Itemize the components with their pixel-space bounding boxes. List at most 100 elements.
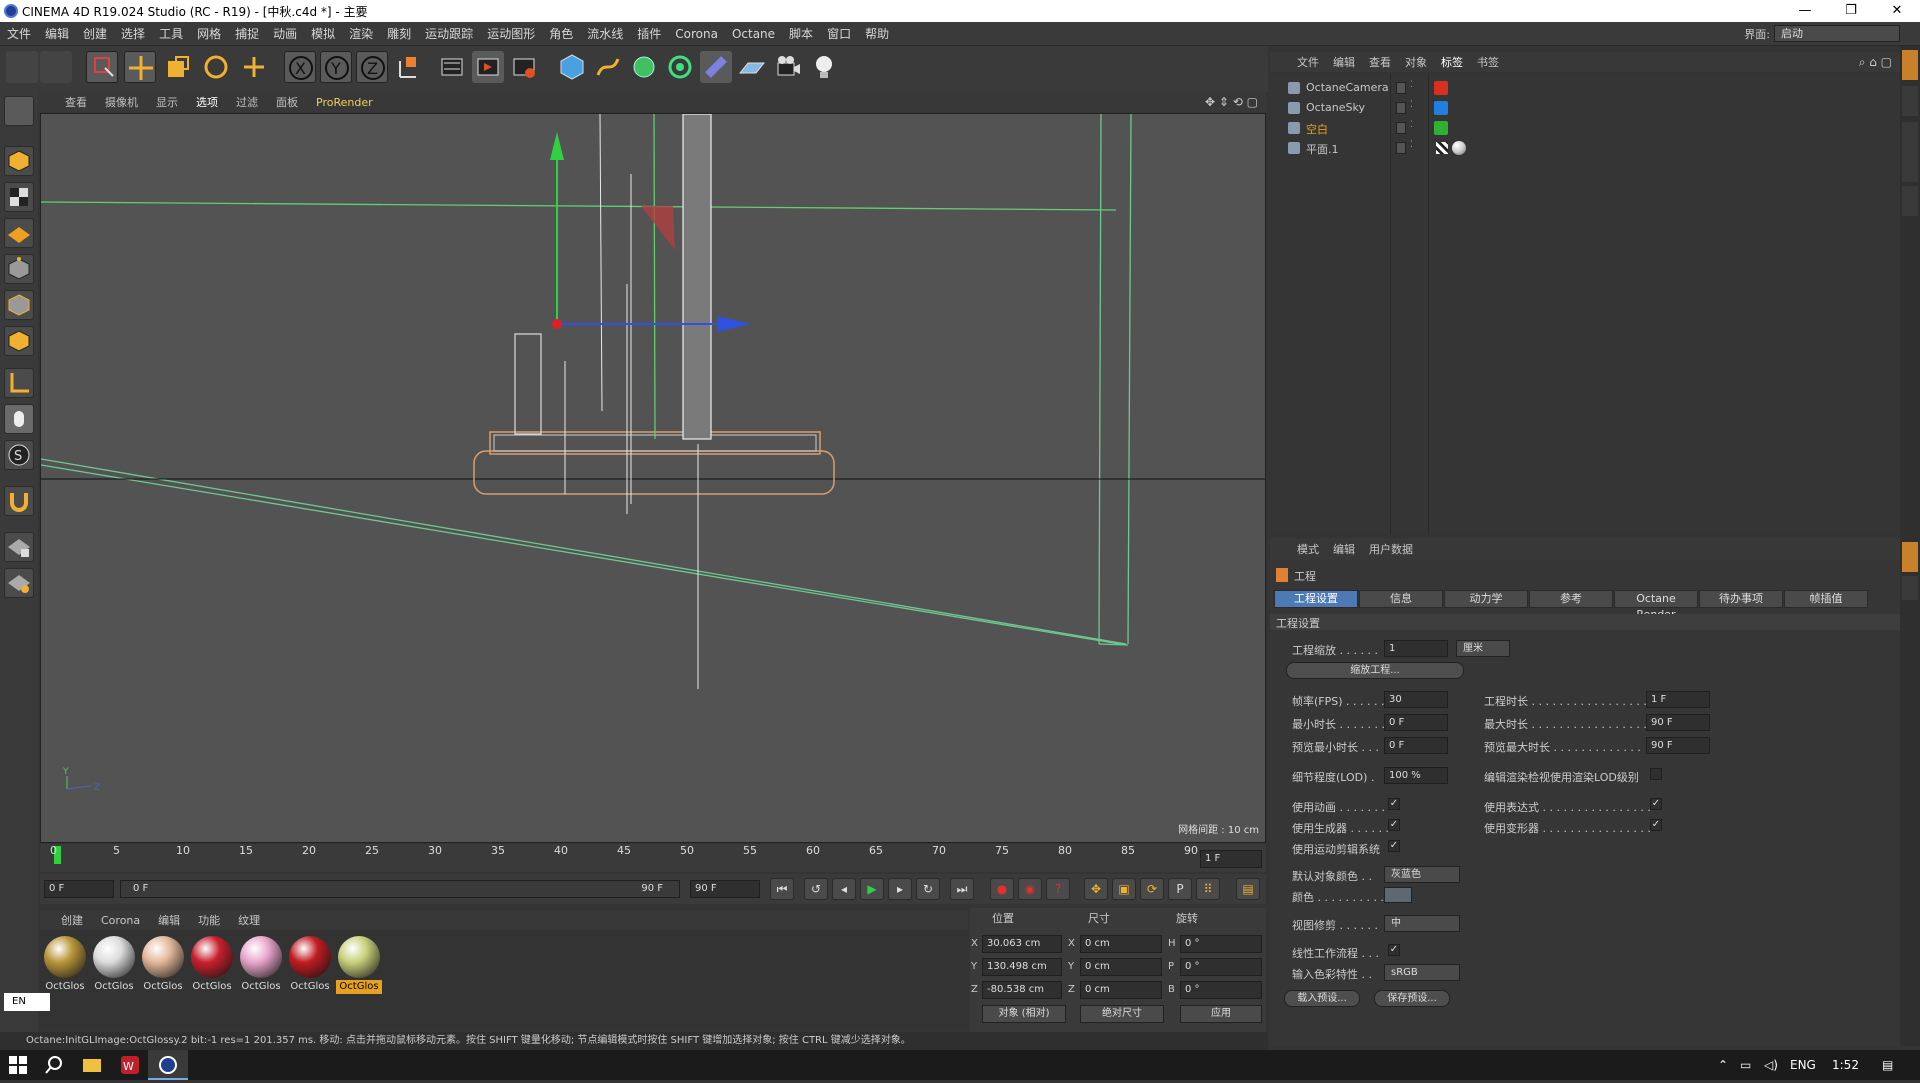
model-mode-icon[interactable] [4,96,34,126]
load-preset-button[interactable]: 载入预设... [1284,990,1360,1007]
menu-animate[interactable]: 动画 [266,25,304,42]
key-scale-icon[interactable]: ▣ [1112,878,1136,900]
notification-icon[interactable]: ▤ [1882,1058,1893,1072]
key-pla-icon[interactable]: ⠿ [1196,878,1220,900]
tab-frame-interpolation[interactable]: 帧插值 [1784,590,1868,608]
clock[interactable]: 1:52 [1832,1058,1859,1072]
size-x-field[interactable]: 0 cm [1080,935,1162,953]
mat-menu-corona[interactable]: Corona [92,914,149,927]
coord-mode-dropdown[interactable]: 对象 (相对) [982,1005,1066,1023]
scale-tool-icon[interactable] [162,51,194,83]
object-row[interactable]: 空白 ⁚ [1270,118,1900,138]
viewport-menu-view[interactable]: 查看 [56,94,96,110]
perspective-viewport[interactable]: Y Z 网格间距 : 10 cm [40,113,1266,843]
keyframe-selection-icon[interactable]: ? [1046,878,1070,900]
menu-pipeline[interactable]: 流水线 [580,25,630,42]
material-thumbnail[interactable]: OctGlos [287,934,333,994]
menu-octane[interactable]: Octane [725,27,782,41]
render-lod-checkbox[interactable] [1650,768,1662,780]
preview-range-slider[interactable]: 0 F 90 F [120,880,680,898]
tray-chevron-icon[interactable]: ⌃ [1718,1058,1728,1072]
y-axis-lock-icon[interactable]: Y [320,51,352,83]
use-expressions-checkbox[interactable]: ✓ [1650,798,1662,810]
linear-workflow-checkbox[interactable]: ✓ [1388,944,1400,956]
search-icon[interactable] [44,1055,64,1075]
snap-icon[interactable]: S [4,440,34,470]
workplane-lock-icon[interactable] [4,532,34,562]
octane-tag-icon[interactable] [1434,81,1448,95]
volume-icon[interactable]: ◁) [1764,1058,1778,1072]
viewport-menu-filter[interactable]: 过滤 [227,94,267,110]
key-rotation-icon[interactable]: ⟳ [1140,878,1164,900]
prev-key-icon[interactable]: ↺ [804,878,828,900]
octane-tag-icon[interactable] [1434,121,1448,135]
use-generators-checkbox[interactable]: ✓ [1388,819,1400,831]
object-name[interactable]: 空白 [1306,121,1328,137]
default-color-dropdown[interactable]: 灰蓝色 [1384,866,1460,883]
render-settings-icon[interactable] [508,51,540,83]
material-thumbnail[interactable]: OctGlos [336,934,382,994]
render-visibility-dots[interactable]: ⁚ [1410,80,1413,90]
menu-plugins[interactable]: 插件 [630,25,668,42]
minimize-button[interactable]: — [1782,0,1828,22]
subdivision-icon[interactable] [628,51,660,83]
material-thumbnail[interactable]: OctGlos [42,934,88,994]
scale-project-button[interactable]: 缩放工程... [1286,662,1464,679]
auto-key-icon[interactable]: ◉ [1018,878,1042,900]
material-thumbnail[interactable]: OctGlos [91,934,137,994]
input-language-indicator[interactable]: EN [4,993,50,1011]
menu-render[interactable]: 渲染 [342,25,380,42]
array-icon[interactable] [664,51,696,83]
polygons-mode-icon[interactable] [4,326,34,356]
current-frame-field[interactable]: 1 F [1200,850,1262,868]
tab-octane-render[interactable]: Octane Render [1614,590,1698,621]
viewport-menu-options[interactable]: 选项 [187,94,227,110]
pen-spline-icon[interactable] [592,51,624,83]
menu-corona[interactable]: Corona [668,27,725,41]
layers-side-tab[interactable] [1902,576,1918,600]
render-picture-viewer-icon[interactable] [472,51,504,83]
key-position-icon[interactable]: ✥ [1084,878,1108,900]
material-tag-icon[interactable] [1452,141,1466,155]
points-mode-icon[interactable] [4,254,34,284]
material-thumbnail[interactable]: OctGlos [140,934,186,994]
om-search-icon[interactable]: ⌕ ⌂ ▢ [1859,55,1892,70]
object-mode-icon[interactable] [4,146,34,176]
duration-field[interactable]: 1 F [1646,691,1710,708]
camera-icon[interactable] [772,51,804,83]
om-menu-view[interactable]: 查看 [1362,54,1398,70]
render-visibility-dots[interactable]: ⁚ [1410,120,1413,130]
menu-help[interactable]: 帮助 [858,25,896,42]
use-deformers-checkbox[interactable]: ✓ [1650,819,1662,831]
am-menu-user-data[interactable]: 用户数据 [1362,541,1420,557]
takes-side-tab[interactable] [1902,86,1918,116]
viewport-menu-display[interactable]: 显示 [147,94,187,110]
mat-menu-function[interactable]: 功能 [189,912,229,928]
visibility-toggle[interactable] [1396,122,1406,134]
go-to-end-icon[interactable]: ⏭ [950,878,974,900]
start-frame-field[interactable]: 0 F [44,880,114,898]
cinema4d-taskbar-button[interactable] [148,1050,188,1080]
next-key-icon[interactable]: ↻ [916,878,940,900]
workplane-icon[interactable] [4,218,34,248]
viewport-menu-cameras[interactable]: 摄像机 [96,94,147,110]
object-row[interactable]: OctaneCamera ⁚ [1270,78,1900,98]
texture-tag-icon[interactable] [1436,142,1448,154]
prev-frame-icon[interactable]: ◂ [832,878,856,900]
om-menu-tags[interactable]: 标签 [1434,54,1470,70]
menu-edit[interactable]: 编辑 [38,25,76,42]
mat-menu-texture[interactable]: 纹理 [229,912,269,928]
close-button[interactable]: ✕ [1874,0,1920,22]
undo-icon[interactable] [6,51,38,83]
viewport-nav-icons[interactable]: ✥ ⇕ ⟲ ▢ [1205,95,1258,109]
magnet-icon[interactable] [4,486,34,516]
file-explorer-icon[interactable] [82,1055,102,1075]
viewport-menu-panel[interactable]: 面板 [267,94,307,110]
om-menu-objects[interactable]: 对象 [1398,54,1434,70]
input-language-tray[interactable]: ENG [1790,1058,1816,1072]
object-name[interactable]: OctaneSky [1306,101,1365,114]
am-menu-edit[interactable]: 编辑 [1326,541,1362,557]
z-axis-lock-icon[interactable]: Z [356,51,388,83]
layout-select[interactable]: 启动 [1774,25,1900,42]
use-animation-checkbox[interactable]: ✓ [1388,798,1400,810]
